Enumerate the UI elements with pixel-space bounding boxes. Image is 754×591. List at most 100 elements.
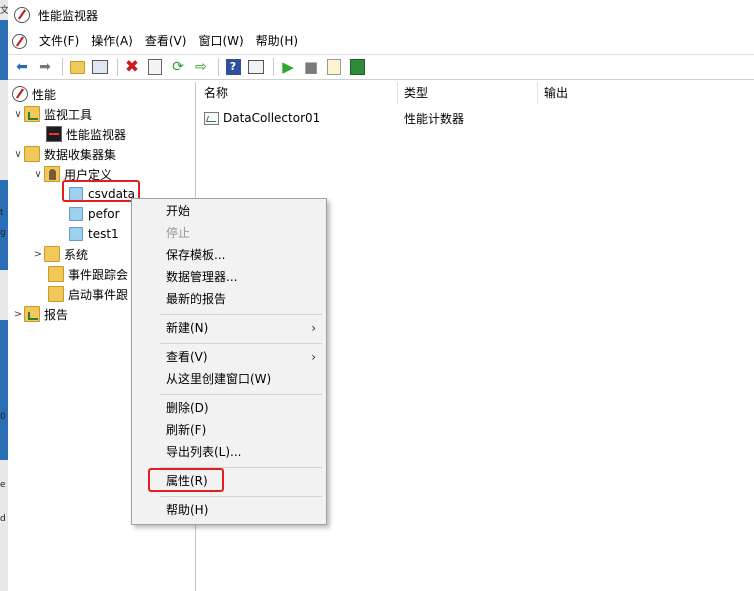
tree-label: 性能监视器 [66, 127, 127, 142]
data-collector-set-icon [69, 207, 83, 221]
tree-label: 事件跟踪会 [68, 267, 129, 282]
menu-window[interactable]: 窗口(W) [192, 30, 249, 52]
new-icon[interactable] [324, 57, 344, 77]
menu-action[interactable]: 操作(A) [85, 30, 139, 52]
stop-icon[interactable]: ■ [301, 57, 321, 77]
properties-highlight-box [148, 468, 224, 492]
delete-icon[interactable]: ✖ [122, 57, 142, 77]
edge-text: 文 [0, 6, 10, 16]
tree-label: pefor [88, 207, 120, 221]
menu-item-new[interactable]: 新建(N) › [132, 317, 326, 339]
tree-item-performance-monitor[interactable]: 性能监视器 [46, 124, 126, 144]
tree-item-event-trace[interactable]: 事件跟踪会 [48, 264, 128, 284]
toolbar-separator [273, 58, 274, 76]
chevron-right-icon[interactable]: > [32, 249, 44, 260]
tree-label: 报告 [44, 307, 69, 322]
folder-chart-icon [24, 106, 40, 122]
menu-bar: 文件(F) 操作(A) 查看(V) 窗口(W) 帮助(H) [8, 30, 754, 52]
column-header-type[interactable]: 类型 [398, 82, 538, 104]
edge-text: g [0, 228, 6, 238]
menu-item-view[interactable]: 查看(V) › [132, 346, 326, 368]
menu-item-label: 查看(V) [166, 350, 208, 364]
perfmon-icon [14, 7, 30, 23]
up-folder-icon[interactable] [67, 57, 87, 77]
menu-item-export-list[interactable]: 导出列表(L)... [132, 441, 326, 463]
back-icon[interactable]: ⬅ [12, 57, 32, 77]
perfmon-icon [12, 86, 28, 102]
toolbar-separator [117, 58, 118, 76]
toolbar-separator [218, 58, 219, 76]
toolbar: ⬅ ➡ ✖ ⟳ ⇨ ? ▶ ■ [8, 54, 754, 80]
list-item[interactable]: DataCollector01 [204, 108, 320, 128]
chevron-right-icon: › [311, 350, 316, 364]
tree-item-reports[interactable]: > 报告 [12, 304, 68, 324]
user-folder-icon [44, 166, 60, 182]
list-item-name: DataCollector01 [223, 111, 321, 125]
menu-item-new-window[interactable]: 从这里创建窗口(W) [132, 368, 326, 390]
column-header-name[interactable]: 名称 [198, 82, 398, 104]
desktop-edge: 文 t g 0 e d [0, 0, 10, 591]
tree-label: 监视工具 [44, 107, 93, 122]
folder-icon [48, 286, 64, 302]
desktop-edge-blue [0, 320, 8, 460]
monitor-icon [46, 126, 62, 142]
properties-icon[interactable] [145, 57, 165, 77]
tree-item-performance[interactable]: 性能 [12, 84, 56, 104]
menu-item-data-manager[interactable]: 数据管理器... [132, 266, 326, 288]
desktop-edge-blue [0, 20, 8, 80]
menu-item-stop: 停止 [166, 226, 191, 240]
folder-chart-icon [24, 306, 40, 322]
menu-separator [160, 496, 322, 497]
edge-text: e [0, 480, 6, 490]
folder-icon [44, 246, 60, 262]
tree-label: 启动事件跟 [68, 287, 129, 302]
start-icon[interactable]: ▶ [278, 57, 298, 77]
menu-separator [160, 314, 322, 315]
view-icon[interactable] [246, 57, 266, 77]
tree-item-startup-event[interactable]: 启动事件跟 [48, 284, 128, 304]
tree-item-test1[interactable]: test1 [68, 224, 119, 244]
chevron-right-icon: › [311, 321, 316, 335]
menu-item-refresh[interactable]: 刷新(F) [132, 419, 326, 441]
tree-label: 性能 [32, 87, 57, 102]
save-icon[interactable] [347, 57, 367, 77]
edge-text: 0 [0, 412, 6, 422]
menu-item-delete[interactable]: 删除(D) [132, 397, 326, 419]
menu-view[interactable]: 查看(V) [139, 30, 193, 52]
perfmon-window: 性能监视器 文件(F) 操作(A) 查看(V) 窗口(W) 帮助(H) ⬅ ➡ … [8, 0, 754, 591]
chevron-down-icon[interactable]: ∨ [12, 109, 24, 120]
menu-item-latest-report[interactable]: 最新的报告 [132, 288, 326, 310]
data-collector-icon [204, 111, 219, 125]
menu-item-save-template[interactable]: 保存模板... [132, 244, 326, 266]
toolbar-separator [62, 58, 63, 76]
tree-label: test1 [88, 227, 119, 241]
menu-separator [160, 394, 322, 395]
forward-icon[interactable]: ➡ [35, 57, 55, 77]
menu-separator [160, 343, 322, 344]
csvdata-highlight-box [62, 180, 140, 202]
menu-help[interactable]: 帮助(H) [250, 30, 304, 52]
show-hide-tree-icon[interactable] [90, 57, 110, 77]
system-menu-icon[interactable] [12, 33, 27, 49]
edge-text: t [0, 208, 4, 218]
tree-item-data-collector-sets[interactable]: ∨ 数据收集器集 [12, 144, 116, 164]
chevron-right-icon[interactable]: > [12, 309, 24, 320]
list-item-type: 性能计数器 [404, 111, 465, 126]
menu-item-start[interactable]: 开始 [132, 200, 326, 222]
tree-item-monitoring-tools[interactable]: ∨ 监视工具 [12, 104, 92, 124]
refresh-icon[interactable]: ⟳ [168, 57, 188, 77]
desktop-edge-blue [0, 180, 8, 270]
folder-icon [24, 146, 40, 162]
export-icon[interactable]: ⇨ [191, 57, 211, 77]
chevron-down-icon[interactable]: ∨ [12, 149, 24, 160]
menu-file[interactable]: 文件(F) [33, 30, 85, 52]
title-bar[interactable]: 性能监视器 [8, 0, 754, 30]
tree-label: 系统 [64, 247, 89, 262]
help-icon[interactable]: ? [223, 57, 243, 77]
menu-item-help[interactable]: 帮助(H) [132, 499, 326, 521]
column-header-output[interactable]: 输出 [538, 82, 754, 104]
chevron-down-icon[interactable]: ∨ [32, 169, 44, 180]
tree-item-system[interactable]: > 系统 [32, 244, 88, 264]
edge-text: d [0, 514, 6, 524]
tree-item-peformance[interactable]: pefor [68, 204, 120, 224]
